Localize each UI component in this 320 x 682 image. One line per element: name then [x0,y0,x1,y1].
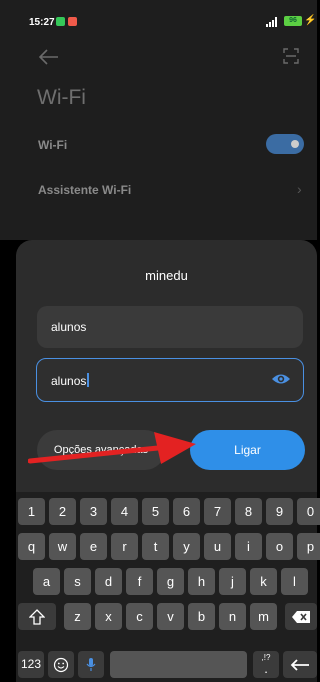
connect-button[interactable]: Ligar [190,430,305,470]
key-5[interactable]: 5 [142,498,169,525]
enter-arrow-icon [290,658,309,671]
page-title: Wi-Fi [37,86,86,109]
screen: 15:27 96 ⚡ Wi-Fi Wi-Fi Assistente Wi-Fi … [0,0,320,682]
key-z[interactable]: z [64,603,91,630]
key-9[interactable]: 9 [266,498,293,525]
password-field[interactable]: alunos [36,358,304,402]
key-3[interactable]: 3 [80,498,107,525]
voice-key[interactable] [78,651,104,678]
backspace-icon [292,610,310,623]
emoji-key[interactable] [48,651,74,678]
enter-key[interactable] [283,651,317,678]
text-cursor [87,373,89,387]
key-q[interactable]: q [18,533,45,560]
password-value: alunos [51,373,89,388]
key-8[interactable]: 8 [235,498,262,525]
backspace-key[interactable] [285,603,317,630]
signal-icon [266,17,277,27]
notification-app-icon [68,17,77,26]
key-r[interactable]: r [111,533,138,560]
key-c[interactable]: c [126,603,153,630]
status-bar: 15:27 96 ⚡ [0,0,317,40]
key-y[interactable]: y [173,533,200,560]
password-text: alunos [51,374,87,388]
key-s[interactable]: s [64,568,91,595]
key-b[interactable]: b [188,603,215,630]
shift-key[interactable] [18,603,56,630]
key-l[interactable]: l [281,568,308,595]
qr-scan-icon[interactable] [283,48,299,64]
key-t[interactable]: t [142,533,169,560]
wifi-assistant-item[interactable]: Assistente Wi-Fi [38,183,131,197]
show-password-icon[interactable] [271,371,291,387]
key-h[interactable]: h [188,568,215,595]
red-arrow-annotation [28,432,196,464]
key-o[interactable]: o [266,533,293,560]
key-m[interactable]: m [250,603,277,630]
wifi-toggle-label: Wi-Fi [38,138,68,152]
key-7[interactable]: 7 [204,498,231,525]
key-i[interactable]: i [235,533,262,560]
symbols-key[interactable]: 123 [18,651,44,678]
toggle-knob [291,140,299,148]
battery-icon: 96 [284,16,302,26]
key-6[interactable]: 6 [173,498,200,525]
key-2[interactable]: 2 [49,498,76,525]
microphone-icon [86,657,96,671]
key-w[interactable]: w [49,533,76,560]
emoji-icon [53,657,69,672]
key-4[interactable]: 4 [111,498,138,525]
space-key[interactable] [110,651,247,678]
key-k[interactable]: k [250,568,277,595]
dot-label: . [264,661,268,676]
key-p[interactable]: p [297,533,320,560]
key-1[interactable]: 1 [18,498,45,525]
key-v[interactable]: v [157,603,184,630]
status-time: 15:27 [29,17,55,28]
dialog-title: minedu [145,268,188,283]
key-f[interactable]: f [126,568,153,595]
charging-icon: ⚡ [304,15,317,26]
key-d[interactable]: d [95,568,122,595]
key-x[interactable]: x [95,603,122,630]
key-0[interactable]: 0 [297,498,320,525]
key-e[interactable]: e [80,533,107,560]
chevron-right-icon: › [297,181,302,197]
messages-app-icon [56,17,65,26]
shift-icon [29,608,45,625]
key-n[interactable]: n [219,603,246,630]
back-arrow-icon[interactable] [38,48,60,66]
wifi-toggle[interactable] [266,134,304,154]
key-g[interactable]: g [157,568,184,595]
punctuation-key[interactable]: ,!?. [253,651,279,678]
username-value: alunos [51,320,87,334]
key-a[interactable]: a [33,568,60,595]
key-j[interactable]: j [219,568,246,595]
username-field[interactable]: alunos [37,306,303,348]
key-u[interactable]: u [204,533,231,560]
